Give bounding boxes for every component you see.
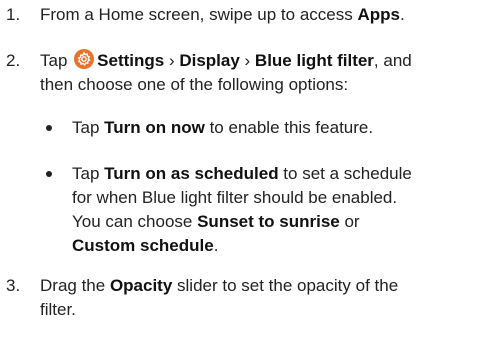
blue-light-filter-label: Blue light filter (254, 51, 374, 70)
settings-label: Settings (97, 51, 165, 70)
step-text: Tap Settings › Display › Blue light filt… (40, 49, 495, 97)
display-label: Display (179, 51, 240, 70)
step-text: From a Home screen, swipe up to access A… (40, 5, 405, 24)
step-number: 3. (6, 276, 21, 295)
apps-label: Apps (357, 5, 400, 24)
step-line: Tap Settings › Display › Blue light filt… (40, 49, 412, 70)
step-number: 2. (6, 51, 21, 70)
instructions: 1. From a Home screen, swipe up to acces… (0, 0, 500, 345)
step-line: then choose one of the following options… (40, 75, 349, 94)
step-text: Drag the Opacity slider to set the opaci… (40, 276, 399, 319)
opacity-label: Opacity (109, 276, 173, 295)
option-text: Tap Turn on as scheduled to set a schedu… (72, 164, 412, 255)
bullet (46, 125, 52, 131)
option-text: Tap Turn on now to enable this feature. (72, 118, 374, 137)
settings-gear-icon (74, 49, 95, 69)
bullet (46, 171, 52, 177)
step-number: 1. (6, 5, 21, 24)
